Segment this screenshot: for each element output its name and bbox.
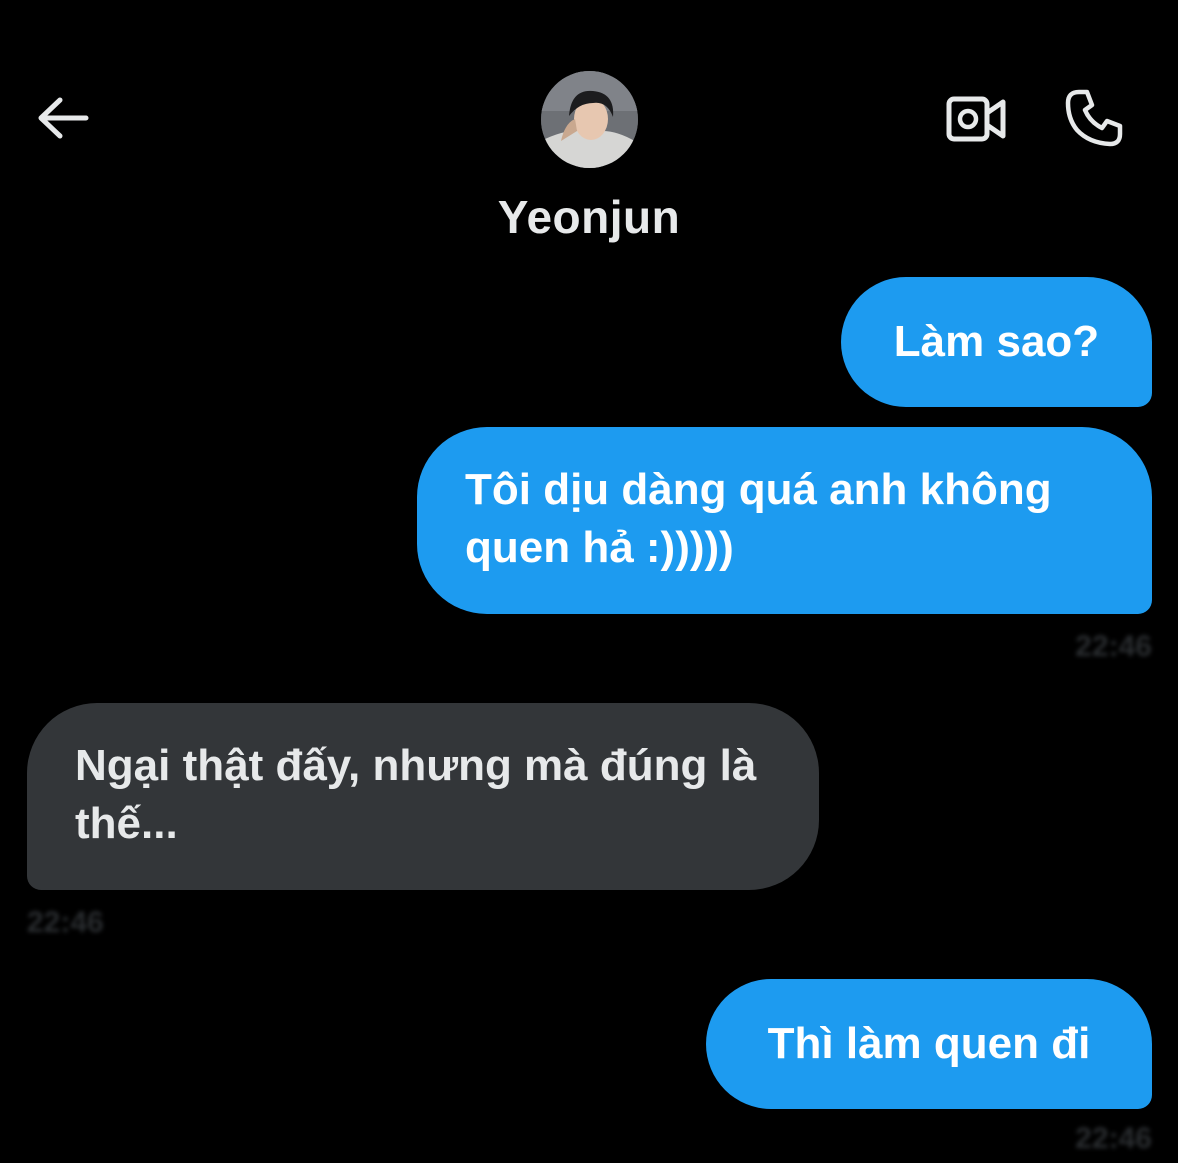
message-timestamp: 22:46 <box>27 906 104 939</box>
back-button[interactable] <box>30 90 94 146</box>
video-call-icon <box>946 96 1006 142</box>
avatar[interactable] <box>541 71 638 168</box>
video-call-button[interactable] <box>940 88 1012 150</box>
contact-name[interactable]: Yeonjun <box>0 190 1178 244</box>
message-bubble-received[interactable]: Ngại thật đấy, nhưng mà đúng là thế... <box>27 703 819 890</box>
arrow-left-icon <box>38 97 89 139</box>
message-bubble-sent[interactable]: Tôi dịu dàng quá anh không quen hả :))))… <box>417 427 1152 614</box>
message-bubble-sent[interactable]: Thì làm quen đi <box>706 979 1152 1109</box>
message-timestamp: 22:46 <box>1075 630 1152 663</box>
message-text: Tôi dịu dàng quá anh không quen hả :))))… <box>465 465 1052 572</box>
avatar-photo <box>541 71 638 168</box>
message-text: Làm sao? <box>893 317 1100 366</box>
phone-icon <box>1065 89 1123 147</box>
message-text: Thì làm quen đi <box>767 1019 1091 1068</box>
message-text: Ngại thật đấy, nhưng mà đúng là thế... <box>75 741 757 848</box>
message-timestamp: 22:46 <box>1075 1122 1152 1155</box>
phone-call-button[interactable] <box>1058 84 1130 152</box>
message-bubble-sent[interactable]: Làm sao? <box>841 277 1152 407</box>
